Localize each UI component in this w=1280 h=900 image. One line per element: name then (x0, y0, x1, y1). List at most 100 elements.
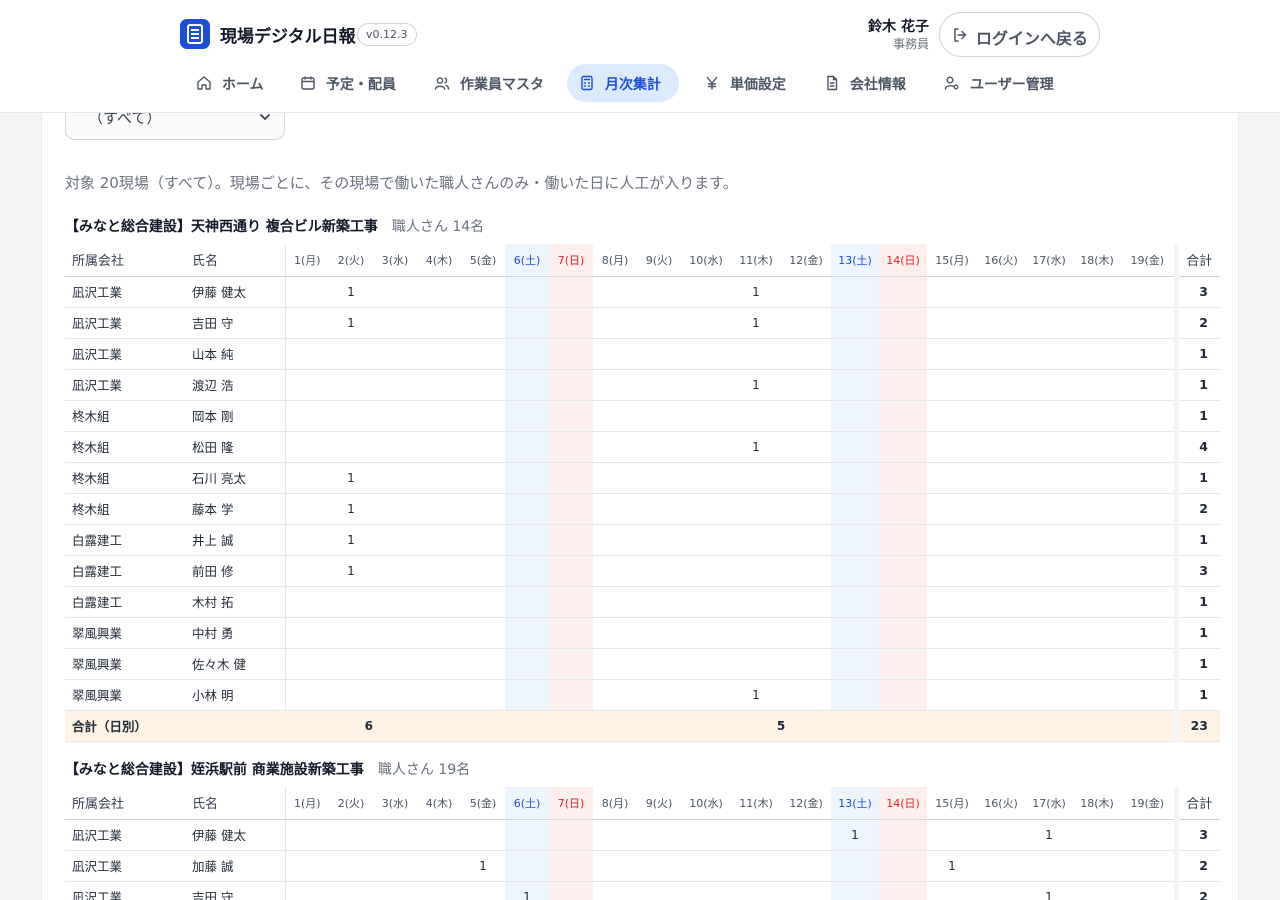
day-cell[interactable] (1025, 369, 1073, 401)
day-cell[interactable] (329, 586, 373, 618)
day-cell[interactable] (681, 850, 731, 882)
day-cell[interactable] (417, 617, 461, 649)
day-cell[interactable] (373, 338, 417, 370)
day-cell[interactable] (879, 307, 927, 339)
day-cell[interactable] (637, 400, 681, 432)
day-cell[interactable] (927, 431, 977, 463)
day-cell[interactable] (417, 819, 461, 851)
day-cell[interactable] (879, 881, 927, 900)
day-cell[interactable] (781, 493, 831, 525)
day-cell[interactable] (593, 850, 637, 882)
day-cell[interactable] (505, 819, 549, 851)
day-cell[interactable] (1121, 400, 1176, 432)
day-cell[interactable] (505, 307, 549, 339)
day-cell[interactable] (417, 850, 461, 882)
day-cell[interactable] (1073, 555, 1121, 587)
day-cell[interactable] (879, 850, 927, 882)
day-cell[interactable] (461, 679, 505, 711)
day-cell[interactable] (927, 586, 977, 618)
day-cell[interactable]: 1 (731, 276, 781, 308)
day-cell[interactable] (1025, 431, 1073, 463)
day-cell[interactable] (879, 679, 927, 711)
day-cell[interactable] (1121, 679, 1176, 711)
day-cell[interactable] (927, 369, 977, 401)
day-cell[interactable] (417, 586, 461, 618)
day-cell[interactable] (593, 555, 637, 587)
day-cell[interactable]: 1 (731, 307, 781, 339)
day-cell[interactable] (417, 338, 461, 370)
day-cell[interactable] (505, 338, 549, 370)
day-cell[interactable] (637, 276, 681, 308)
day-cell[interactable] (879, 431, 927, 463)
day-cell[interactable] (285, 369, 329, 401)
day-cell[interactable]: 1 (329, 493, 373, 525)
day-cell[interactable] (879, 493, 927, 525)
day-cell[interactable] (549, 679, 593, 711)
day-cell[interactable] (977, 524, 1025, 556)
day-cell[interactable] (1025, 400, 1073, 432)
day-cell[interactable] (731, 555, 781, 587)
day-cell[interactable] (977, 493, 1025, 525)
day-cell[interactable] (927, 462, 977, 494)
day-cell[interactable] (731, 524, 781, 556)
day-cell[interactable] (637, 679, 681, 711)
day-cell[interactable] (329, 850, 373, 882)
day-cell[interactable] (417, 276, 461, 308)
day-cell[interactable] (1073, 276, 1121, 308)
day-cell[interactable] (285, 648, 329, 680)
day-cell[interactable] (1121, 276, 1176, 308)
day-cell[interactable] (831, 679, 879, 711)
day-cell[interactable] (373, 276, 417, 308)
day-cell[interactable] (505, 850, 549, 882)
day-cell[interactable] (549, 850, 593, 882)
day-cell[interactable] (417, 369, 461, 401)
day-cell[interactable] (781, 850, 831, 882)
day-cell[interactable] (927, 617, 977, 649)
day-cell[interactable] (373, 400, 417, 432)
day-cell[interactable] (681, 369, 731, 401)
day-cell[interactable] (731, 462, 781, 494)
day-cell[interactable] (1121, 648, 1176, 680)
day-cell[interactable] (1073, 881, 1121, 900)
day-cell[interactable] (549, 338, 593, 370)
day-cell[interactable] (879, 524, 927, 556)
day-cell[interactable] (549, 276, 593, 308)
day-cell[interactable] (329, 679, 373, 711)
day-cell[interactable] (549, 431, 593, 463)
day-cell[interactable] (549, 819, 593, 851)
day-cell[interactable] (285, 524, 329, 556)
day-cell[interactable] (285, 819, 329, 851)
day-cell[interactable] (549, 400, 593, 432)
day-cell[interactable] (637, 307, 681, 339)
day-cell[interactable] (831, 850, 879, 882)
day-cell[interactable] (417, 881, 461, 900)
day-cell[interactable] (505, 493, 549, 525)
day-cell[interactable] (831, 617, 879, 649)
nav-tab-5[interactable]: 会社情報 (812, 64, 919, 102)
day-cell[interactable] (681, 493, 731, 525)
day-cell[interactable] (731, 819, 781, 851)
day-cell[interactable] (549, 462, 593, 494)
day-cell[interactable] (1121, 338, 1176, 370)
day-cell[interactable] (927, 524, 977, 556)
day-cell[interactable] (1073, 819, 1121, 851)
day-cell[interactable] (1025, 307, 1073, 339)
day-cell[interactable] (731, 586, 781, 618)
day-cell[interactable] (1025, 679, 1073, 711)
day-cell[interactable] (879, 462, 927, 494)
day-cell[interactable] (1121, 617, 1176, 649)
day-cell[interactable]: 1 (505, 881, 549, 900)
day-cell[interactable] (681, 586, 731, 618)
day-cell[interactable] (549, 617, 593, 649)
day-cell[interactable] (417, 679, 461, 711)
day-cell[interactable] (731, 400, 781, 432)
day-cell[interactable] (977, 586, 1025, 618)
day-cell[interactable] (681, 648, 731, 680)
day-cell[interactable] (417, 307, 461, 339)
day-cell[interactable] (879, 400, 927, 432)
day-cell[interactable] (505, 400, 549, 432)
day-cell[interactable] (373, 648, 417, 680)
day-cell[interactable] (977, 369, 1025, 401)
day-cell[interactable] (781, 679, 831, 711)
day-cell[interactable] (637, 462, 681, 494)
